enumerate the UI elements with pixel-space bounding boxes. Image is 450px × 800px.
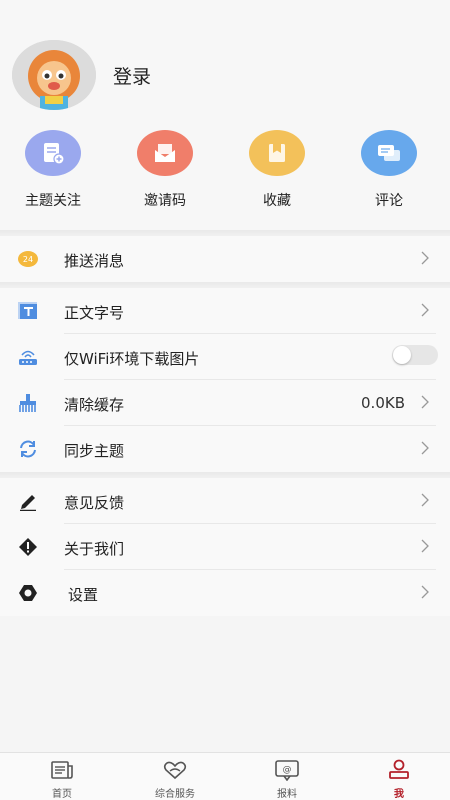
tab-me[interactable]: 我 bbox=[354, 759, 444, 800]
tab-services[interactable]: 综合服务 bbox=[130, 759, 220, 800]
chevron-right-icon bbox=[421, 539, 429, 553]
document-add-icon bbox=[25, 130, 81, 176]
chevron-right-icon bbox=[421, 585, 429, 599]
menu-item-label: 关于我们 bbox=[64, 540, 125, 558]
menu-item-clear-cache[interactable]: 清除缓存 0.0KB bbox=[0, 380, 450, 426]
broom-icon bbox=[17, 393, 39, 413]
heart-hands-icon bbox=[130, 759, 220, 781]
tab-label: 我 bbox=[394, 789, 404, 800]
profile-header: 登录 bbox=[0, 0, 450, 120]
tab-home[interactable]: 首页 bbox=[17, 759, 107, 800]
quick-action-label: 评论 bbox=[375, 193, 403, 209]
quick-action-label: 收藏 bbox=[263, 193, 291, 209]
menu-item-wifi-only-images: 仅WiFi环境下载图片 bbox=[0, 334, 450, 380]
info-diamond-icon bbox=[17, 537, 39, 557]
svg-text:@: @ bbox=[283, 765, 292, 775]
pencil-icon bbox=[17, 491, 39, 511]
menu-item-label: 推送消息 bbox=[64, 252, 125, 270]
bookmark-icon bbox=[249, 130, 305, 176]
quick-actions: 主题关注 邀请码 收藏 评论 bbox=[0, 120, 450, 230]
cache-size-value: 0.0KB bbox=[361, 394, 405, 412]
menu-item-label: 同步主题 bbox=[64, 442, 125, 460]
at-message-icon: @ bbox=[242, 759, 332, 781]
gear-icon bbox=[17, 583, 39, 603]
chevron-right-icon bbox=[421, 395, 429, 409]
menu-item-feedback[interactable]: 意见反馈 bbox=[0, 478, 450, 524]
lion-mascot-icon bbox=[12, 40, 96, 110]
tab-report[interactable]: @ 报料 bbox=[242, 759, 332, 800]
chevron-right-icon bbox=[421, 493, 429, 507]
badge-24-icon: 24 bbox=[17, 249, 39, 269]
menu-item-label: 设置 bbox=[68, 586, 99, 604]
router-icon bbox=[17, 347, 39, 367]
menu-item-about-us[interactable]: 关于我们 bbox=[0, 524, 450, 570]
tab-label: 综合服务 bbox=[155, 789, 195, 800]
toggle-knob bbox=[393, 346, 411, 364]
quick-action-comments[interactable]: 评论 bbox=[344, 130, 434, 210]
menu-item-label: 正文字号 bbox=[64, 304, 125, 322]
wifi-only-toggle[interactable] bbox=[392, 345, 438, 365]
quick-action-invite-code[interactable]: 邀请码 bbox=[120, 130, 210, 210]
quick-action-label: 主题关注 bbox=[25, 193, 81, 209]
bottom-tab-bar: 首页 综合服务 @ 报料 我 bbox=[0, 752, 450, 800]
menu-item-font-size[interactable]: 正文字号 bbox=[0, 288, 450, 334]
quick-action-favorites[interactable]: 收藏 bbox=[232, 130, 322, 210]
person-icon bbox=[354, 759, 444, 781]
chevron-right-icon bbox=[421, 441, 429, 455]
envelope-icon bbox=[137, 130, 193, 176]
chat-icon bbox=[361, 130, 417, 176]
chevron-right-icon bbox=[421, 251, 429, 265]
avatar[interactable] bbox=[12, 40, 96, 110]
quick-action-label: 邀请码 bbox=[144, 193, 186, 209]
chevron-right-icon bbox=[421, 303, 429, 317]
tab-label: 首页 bbox=[52, 789, 72, 800]
menu-item-label: 清除缓存 bbox=[64, 396, 125, 414]
newspaper-icon bbox=[17, 759, 107, 781]
menu-item-settings[interactable]: 设置 bbox=[0, 570, 450, 616]
menu-item-sync-topics[interactable]: 同步主题 bbox=[0, 426, 450, 472]
quick-action-topics[interactable]: 主题关注 bbox=[8, 130, 98, 210]
menu-item-push-messages[interactable]: 24 推送消息 bbox=[0, 236, 450, 282]
menu-item-label: 仅WiFi环境下载图片 bbox=[64, 350, 200, 368]
login-link[interactable]: 登录 bbox=[113, 62, 151, 89]
tab-label: 报料 bbox=[277, 789, 297, 800]
menu-item-label: 意见反馈 bbox=[64, 494, 125, 512]
text-size-icon bbox=[17, 301, 39, 321]
badge-text: 24 bbox=[23, 255, 33, 264]
sync-icon bbox=[17, 439, 39, 459]
